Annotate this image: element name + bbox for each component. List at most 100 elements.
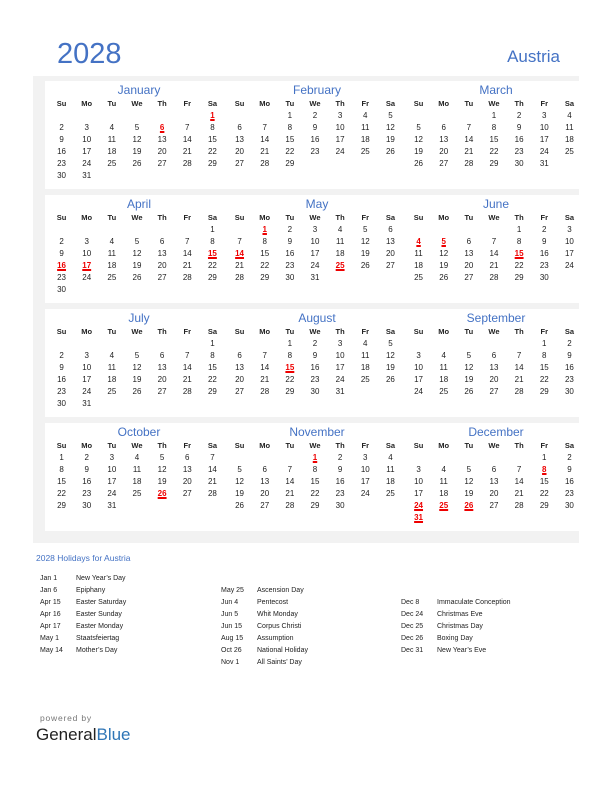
month-november: November Su Mo Tu We Th Fr Sa 1 2 3 4 5 6 7 8 9 10 11 12 13 1… xyxy=(223,423,411,531)
day-cell: 23 xyxy=(335,488,345,498)
week-row: 2 3 4 5 6 7 8 xyxy=(49,349,225,361)
month-table: Su Mo Tu We Th Fr Sa 1 2 3 4 5 6 7 8 9 10 11 12 13 14 15 16 17 1… xyxy=(49,211,225,295)
day-cell: 3 xyxy=(567,224,572,234)
day-cell: 2 xyxy=(312,338,318,348)
day-cell: 1 xyxy=(491,110,497,120)
holiday-day: 25 xyxy=(439,500,449,510)
empty-cell xyxy=(74,223,99,235)
day-cell: 13 xyxy=(439,134,449,144)
weekday-header: Fr xyxy=(540,326,549,336)
day-cell: 4 xyxy=(441,464,446,474)
holiday-day: 14 xyxy=(235,248,245,258)
day-cell: 11 xyxy=(107,248,116,258)
empty-cell xyxy=(353,499,378,511)
month-title: March xyxy=(479,83,513,97)
day-cell: 11 xyxy=(335,236,345,246)
holiday-name: Staatsfeiertag xyxy=(76,635,120,642)
weekday-header: Sa xyxy=(207,326,218,336)
week-row: 9 10 11 12 13 14 15 xyxy=(49,361,225,373)
empty-cell xyxy=(302,157,327,169)
day-cell: 23 xyxy=(514,146,524,156)
day-cell: 29 xyxy=(207,272,217,282)
empty-cell xyxy=(227,109,252,121)
day-cell: 17 xyxy=(539,134,549,144)
day-cell: 12 xyxy=(360,236,370,246)
holiday-date: Dec 26 xyxy=(401,635,424,642)
empty-cell xyxy=(175,109,200,121)
day-cell: 9 xyxy=(567,464,572,474)
weekday-header: Fr xyxy=(361,98,370,108)
weekday-header: Tu xyxy=(107,326,117,336)
empty-cell xyxy=(150,169,175,181)
week-row: 15 16 17 18 19 20 21 xyxy=(49,475,225,487)
week-row: 1 2 3 4 5 6 7 xyxy=(49,451,225,463)
holiday-date: May 1 xyxy=(40,635,60,642)
weekday-header: We xyxy=(309,440,321,450)
holiday-date: Dec 31 xyxy=(401,647,424,654)
week-row: 12 xyxy=(406,337,582,349)
holiday-date: Dec 8 xyxy=(401,599,420,606)
day-cell: 24 xyxy=(310,260,320,270)
day-cell: 3 xyxy=(84,122,89,132)
day-cell: 31 xyxy=(82,170,92,180)
day-cell: 27 xyxy=(157,386,167,396)
day-cell: 14 xyxy=(464,134,474,144)
day-cell: 29 xyxy=(207,386,217,396)
day-cell: 13 xyxy=(235,134,245,144)
holiday-item: Dec 24 Christmas Eve xyxy=(401,609,511,621)
day-cell: 1 xyxy=(59,452,64,462)
day-cell: 17 xyxy=(82,146,92,156)
weekday-header: We xyxy=(131,326,143,336)
holiday-day: 15 xyxy=(514,248,524,258)
month-table: Su Mo Tu We Th Fr Sa 1 2 3 4 5 6 7 8 9 10 11 12 13 14 15 16 17 1… xyxy=(406,211,582,283)
month-table: Su Mo Tu We Th Fr Sa 1 2 3 4 5 6 7 8 9 10 11 12 13 14 15 16 17 1… xyxy=(406,439,582,523)
day-cell: 14 xyxy=(182,362,192,372)
day-cell: 13 xyxy=(489,362,499,372)
weekday-header: Su xyxy=(234,98,245,108)
day-cell: 30 xyxy=(57,398,67,408)
day-cell: 6 xyxy=(185,452,190,462)
day-cell: 20 xyxy=(385,248,395,258)
weekday-header: Th xyxy=(514,440,524,450)
week-row: 14 15 16 17 18 19 20 xyxy=(227,247,403,259)
empty-cell xyxy=(456,451,481,463)
weekday-header: We xyxy=(488,212,500,222)
weekday-header: Tu xyxy=(285,326,295,336)
empty-cell xyxy=(277,451,302,463)
holiday-day: 24 xyxy=(414,500,424,510)
weekday-header: Tu xyxy=(464,326,474,336)
week-row: 19 20 21 22 23 24 25 xyxy=(227,487,403,499)
day-cell: 5 xyxy=(134,236,140,246)
day-cell: 2 xyxy=(287,224,293,234)
day-cell: 3 xyxy=(312,224,318,234)
day-cell: 16 xyxy=(564,476,574,486)
day-cell: 23 xyxy=(57,272,67,282)
day-cell: 6 xyxy=(491,350,497,360)
day-cell: 10 xyxy=(539,122,549,132)
month-table: Su Mo Tu We Th Fr Sa 1 2 3 4 5 6 7 8 9 10 11 12 13 14 15 16 17 1… xyxy=(406,325,582,397)
day-cell: 10 xyxy=(414,362,424,372)
day-cell: 22 xyxy=(260,260,270,270)
day-cell: 16 xyxy=(82,476,92,486)
day-cell: 4 xyxy=(363,110,368,120)
day-cell: 11 xyxy=(565,122,574,132)
weekday-header: Tu xyxy=(464,212,474,222)
brand-general: General xyxy=(36,725,97,744)
weekday-header: Tu xyxy=(285,440,295,450)
day-cell: 29 xyxy=(260,272,270,282)
weekday-header: Mo xyxy=(81,440,93,450)
weekday-header: Mo xyxy=(438,326,450,336)
week-row: 7 8 9 10 11 12 13 xyxy=(227,235,403,247)
day-cell: 11 xyxy=(439,362,448,372)
day-cell: 10 xyxy=(335,350,345,360)
day-cell: 14 xyxy=(514,476,524,486)
day-cell: 28 xyxy=(464,158,474,168)
day-cell: 2 xyxy=(312,110,318,120)
day-cell: 18 xyxy=(414,260,424,270)
holiday-date: Jun 15 xyxy=(221,623,243,630)
day-cell: 28 xyxy=(182,386,192,396)
empty-cell xyxy=(175,499,200,511)
month-title: September xyxy=(466,311,526,325)
weekday-header: Th xyxy=(514,98,524,108)
generalblue-logo[interactable]: GeneralBlue xyxy=(36,725,131,745)
